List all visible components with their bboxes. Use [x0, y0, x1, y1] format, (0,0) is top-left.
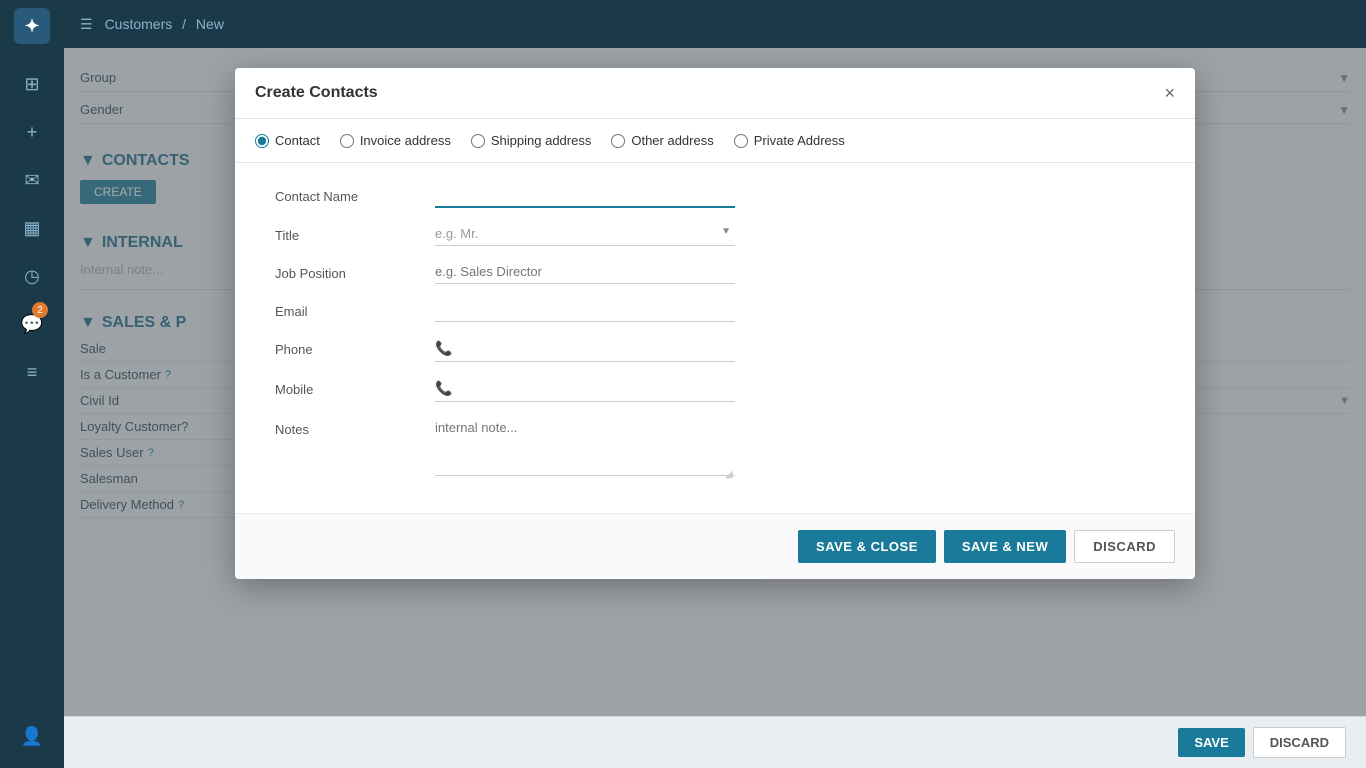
- discard-button[interactable]: DISCARD: [1074, 530, 1175, 563]
- save-new-button[interactable]: SAVE & NEW: [944, 530, 1066, 563]
- sidebar-item-clock[interactable]: ◷: [12, 256, 52, 296]
- phone-row: Phone 📞: [275, 336, 1155, 362]
- chat-badge: 2: [32, 302, 48, 318]
- mobile-icon: 📞: [435, 380, 452, 397]
- radio-invoice-input[interactable]: [340, 134, 354, 148]
- textarea-resize-handle: ◢: [725, 469, 735, 479]
- breadcrumb-parent[interactable]: Customers: [105, 16, 173, 32]
- contact-name-row: Contact Name: [275, 183, 1155, 208]
- title-label: Title: [275, 222, 435, 243]
- bottom-discard-button[interactable]: DISCARD: [1253, 727, 1346, 758]
- menu-toggle[interactable]: ☰: [80, 16, 93, 33]
- radio-contact[interactable]: Contact: [255, 133, 320, 148]
- phone-input-wrap: 📞: [435, 336, 735, 362]
- radio-other[interactable]: Other address: [611, 133, 713, 148]
- logo-icon: ✦: [24, 16, 39, 37]
- phone-input[interactable]: [460, 341, 735, 356]
- modal-header: Create Contacts ×: [235, 68, 1195, 119]
- modal-body: Contact Name Title e.g. Mr. Mr. Ms. Dr.: [235, 163, 1195, 513]
- save-close-button[interactable]: SAVE & CLOSE: [798, 530, 936, 563]
- contact-name-label: Contact Name: [275, 183, 435, 204]
- radio-shipping[interactable]: Shipping address: [471, 133, 591, 148]
- radio-shipping-label: Shipping address: [491, 133, 591, 148]
- mobile-row: Mobile 📞: [275, 376, 1155, 402]
- sidebar: ✦ ⊞ + ✉ ▦ ◷ 💬 2 ≡ 👤: [0, 0, 64, 768]
- bottom-action-bar: SAVE DISCARD: [64, 716, 1366, 768]
- notes-label: Notes: [275, 416, 435, 437]
- radio-shipping-input[interactable]: [471, 134, 485, 148]
- phone-label: Phone: [275, 336, 435, 357]
- email-row: Email: [275, 298, 1155, 322]
- notes-row: Notes ◢: [275, 416, 1155, 479]
- notes-textarea[interactable]: [435, 416, 735, 476]
- radio-contact-input[interactable]: [255, 134, 269, 148]
- breadcrumb: Customers / New: [105, 16, 224, 32]
- sidebar-item-home[interactable]: ⊞: [12, 64, 52, 104]
- sidebar-item-email[interactable]: ✉: [12, 160, 52, 200]
- modal-close-button[interactable]: ×: [1164, 84, 1175, 102]
- job-position-label: Job Position: [275, 260, 435, 281]
- radio-private[interactable]: Private Address: [734, 133, 845, 148]
- modal-title: Create Contacts: [255, 84, 378, 102]
- sidebar-item-list[interactable]: ≡: [12, 352, 52, 392]
- modal-footer: SAVE & CLOSE SAVE & NEW DISCARD: [235, 513, 1195, 579]
- create-contacts-modal: Create Contacts × Contact Invoice addres…: [235, 68, 1195, 579]
- breadcrumb-sep: /: [182, 16, 186, 32]
- job-position-input[interactable]: [435, 260, 735, 284]
- topbar: ☰ Customers / New: [64, 0, 1366, 48]
- sidebar-item-calendar[interactable]: ▦: [12, 208, 52, 248]
- sidebar-item-user[interactable]: 👤: [12, 716, 52, 756]
- phone-icon: 📞: [435, 340, 452, 357]
- main-area: Group ▼ Gender ▼ ▼ CONTACTS CREATE ▼ INT…: [64, 48, 1366, 768]
- radio-private-label: Private Address: [754, 133, 845, 148]
- app-logo[interactable]: ✦: [14, 8, 50, 44]
- bottom-save-button[interactable]: SAVE: [1178, 728, 1244, 757]
- email-input[interactable]: [435, 298, 735, 322]
- email-label: Email: [275, 298, 435, 319]
- radio-invoice-label: Invoice address: [360, 133, 451, 148]
- contact-type-selector: Contact Invoice address Shipping address…: [235, 119, 1195, 163]
- mobile-input-wrap: 📞: [435, 376, 735, 402]
- radio-private-input[interactable]: [734, 134, 748, 148]
- radio-invoice[interactable]: Invoice address: [340, 133, 451, 148]
- mobile-label: Mobile: [275, 376, 435, 397]
- job-position-row: Job Position: [275, 260, 1155, 284]
- radio-other-label: Other address: [631, 133, 713, 148]
- modal-overlay: Create Contacts × Contact Invoice addres…: [64, 48, 1366, 768]
- title-select[interactable]: e.g. Mr. Mr. Ms. Dr.: [435, 222, 735, 246]
- mobile-input[interactable]: [460, 381, 735, 396]
- radio-contact-label: Contact: [275, 133, 320, 148]
- radio-other-input[interactable]: [611, 134, 625, 148]
- title-row: Title e.g. Mr. Mr. Ms. Dr.: [275, 222, 1155, 246]
- breadcrumb-current: New: [196, 16, 224, 32]
- contact-name-input[interactable]: [435, 183, 735, 208]
- sidebar-item-add[interactable]: +: [12, 112, 52, 152]
